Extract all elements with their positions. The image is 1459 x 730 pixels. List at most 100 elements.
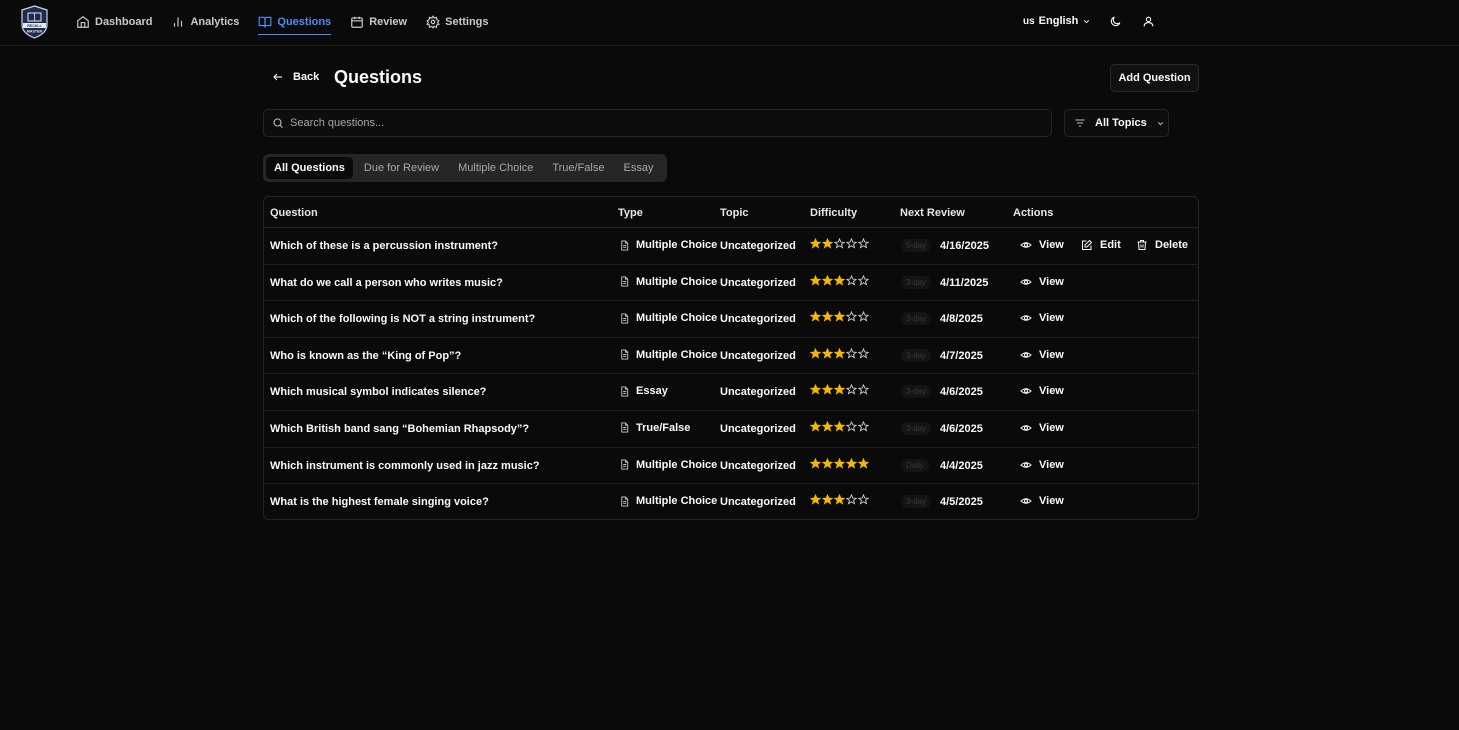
delete-label: Delete	[1155, 239, 1189, 251]
document-icon	[619, 459, 630, 470]
edit-button[interactable]: Edit	[1081, 239, 1121, 251]
nav-label-review: Review	[369, 16, 408, 28]
search-icon	[272, 117, 284, 129]
question-text[interactable]: Which of these is a percussion instrumen…	[270, 240, 498, 252]
view-button[interactable]: View	[1020, 239, 1064, 251]
header-actions: Actions	[1013, 207, 1054, 219]
eye-icon	[1020, 239, 1032, 251]
star-filled-icon	[810, 457, 821, 469]
theme-toggle-moon-icon[interactable]	[1109, 15, 1123, 29]
star-empty-icon	[834, 238, 845, 249]
topic-filter-select[interactable]: All Topics	[1064, 109, 1169, 137]
next-review-date: 4/16/2025	[940, 240, 989, 252]
question-text[interactable]: Which of the following is NOT a string i…	[270, 313, 535, 325]
question-text[interactable]: Which musical symbol indicates silence?	[270, 386, 486, 398]
table-row[interactable]: Which musical symbol indicates silence? E…	[264, 374, 1198, 411]
table-row[interactable]: Which of these is a percussion instrumen…	[264, 228, 1198, 265]
table-row[interactable]: What is the highest female singing voice…	[264, 484, 1198, 521]
nav-item-review[interactable]: Review	[350, 11, 407, 33]
tab-true-false[interactable]: True/False	[544, 157, 612, 179]
type-label: Multiple Choice	[636, 275, 718, 288]
document-icon	[619, 422, 630, 434]
back-label: Back	[293, 71, 320, 83]
recall-master-logo[interactable]: RECALL MASTER	[20, 5, 49, 39]
star-empty-icon	[846, 347, 857, 359]
star-filled-icon	[822, 347, 833, 359]
home-icon	[76, 15, 90, 29]
edit-label: Edit	[1100, 239, 1121, 251]
table-body: Which of these is a percussion instrumen…	[264, 228, 1198, 521]
search-input[interactable]	[290, 117, 990, 129]
table-row[interactable]: What do we call a person who writes musi…	[264, 265, 1198, 302]
type-label: Multiple Choice	[636, 495, 718, 508]
questions-table: Question Type Topic Difficulty Next Revi…	[263, 196, 1199, 520]
view-label: View	[1039, 421, 1064, 434]
table-row[interactable]: Which instrument is commonly used in jaz…	[264, 448, 1198, 485]
delete-button[interactable]: Delete	[1136, 239, 1188, 251]
question-text[interactable]: Which instrument is commonly used in jaz…	[270, 460, 540, 472]
type-label: Multiple Choice	[636, 348, 718, 361]
header-question: Question	[270, 207, 318, 219]
header-type: Type	[618, 207, 643, 219]
question-text[interactable]: What do we call a person who writes musi…	[270, 277, 503, 289]
nav-item-questions[interactable]: Questions	[258, 11, 331, 35]
star-filled-icon	[834, 420, 845, 432]
eye-icon	[1020, 385, 1032, 397]
back-button[interactable]: Back	[272, 71, 319, 83]
eye-icon	[1020, 495, 1032, 507]
star-empty-icon	[858, 238, 869, 249]
eye-icon	[1020, 312, 1032, 324]
star-filled-icon	[810, 311, 821, 322]
add-question-button[interactable]: Add Question	[1110, 64, 1199, 92]
document-icon	[619, 386, 630, 397]
header-topic: Topic	[720, 207, 749, 219]
view-button[interactable]: View	[1020, 349, 1064, 361]
view-label: View	[1039, 312, 1064, 325]
tab-essay[interactable]: Essay	[615, 157, 661, 179]
table-row[interactable]: Who is known as the “King of Pop”? Multip…	[264, 338, 1198, 375]
star-filled-icon	[810, 347, 821, 359]
svg-text:MASTER: MASTER	[27, 30, 43, 34]
nav-label-settings: Settings	[445, 16, 489, 28]
type-label: Multiple Choice	[636, 312, 718, 325]
view-button[interactable]: View	[1020, 459, 1064, 471]
view-button[interactable]: View	[1020, 312, 1064, 324]
view-button[interactable]: View	[1020, 276, 1064, 288]
question-text[interactable]: What is the highest female singing voice…	[270, 496, 489, 508]
star-empty-icon	[858, 347, 869, 359]
star-empty-icon	[858, 311, 869, 322]
star-empty-icon	[858, 494, 869, 505]
chevron-down-icon	[1082, 17, 1091, 26]
bar-chart-icon	[171, 15, 185, 29]
star-filled-icon	[834, 311, 845, 322]
view-button[interactable]: View	[1020, 495, 1064, 507]
star-empty-icon	[846, 238, 857, 249]
table-row[interactable]: Which British band sang “Bohemian Rhapso…	[264, 411, 1198, 448]
topic-label: Uncategorized	[720, 313, 796, 326]
tab-due-for-review[interactable]: Due for Review	[356, 157, 447, 179]
topic-label: Uncategorized	[720, 349, 796, 362]
question-text[interactable]: Which British band sang “Bohemian Rhapso…	[270, 423, 529, 435]
interval-badge: 3-day	[901, 348, 932, 362]
view-button[interactable]: View	[1020, 385, 1064, 397]
eye-icon	[1020, 459, 1032, 471]
interval-badge: Daily	[901, 458, 929, 472]
tab-multiple-choice[interactable]: Multiple Choice	[450, 157, 541, 179]
star-empty-icon	[858, 274, 869, 286]
svg-text:RECALL: RECALL	[27, 24, 42, 28]
interval-badge: 3-day	[901, 495, 932, 509]
nav-item-settings[interactable]: Settings	[426, 11, 489, 33]
star-empty-icon	[846, 420, 857, 432]
star-filled-icon	[822, 494, 833, 505]
nav-item-analytics[interactable]: Analytics	[171, 11, 239, 33]
user-profile-icon[interactable]	[1142, 15, 1156, 29]
tab-all-questions[interactable]: All Questions	[266, 157, 353, 179]
view-button[interactable]: View	[1020, 422, 1064, 434]
language-selector[interactable]: us English	[1023, 15, 1091, 27]
interval-badge: 5-day	[901, 239, 932, 252]
table-row[interactable]: Which of the following is NOT a string i…	[264, 301, 1198, 338]
question-text[interactable]: Who is known as the “King of Pop”?	[270, 350, 461, 362]
view-label: View	[1039, 348, 1064, 361]
nav-item-dashboard[interactable]: Dashboard	[76, 11, 152, 33]
language-label: English	[1038, 15, 1079, 27]
